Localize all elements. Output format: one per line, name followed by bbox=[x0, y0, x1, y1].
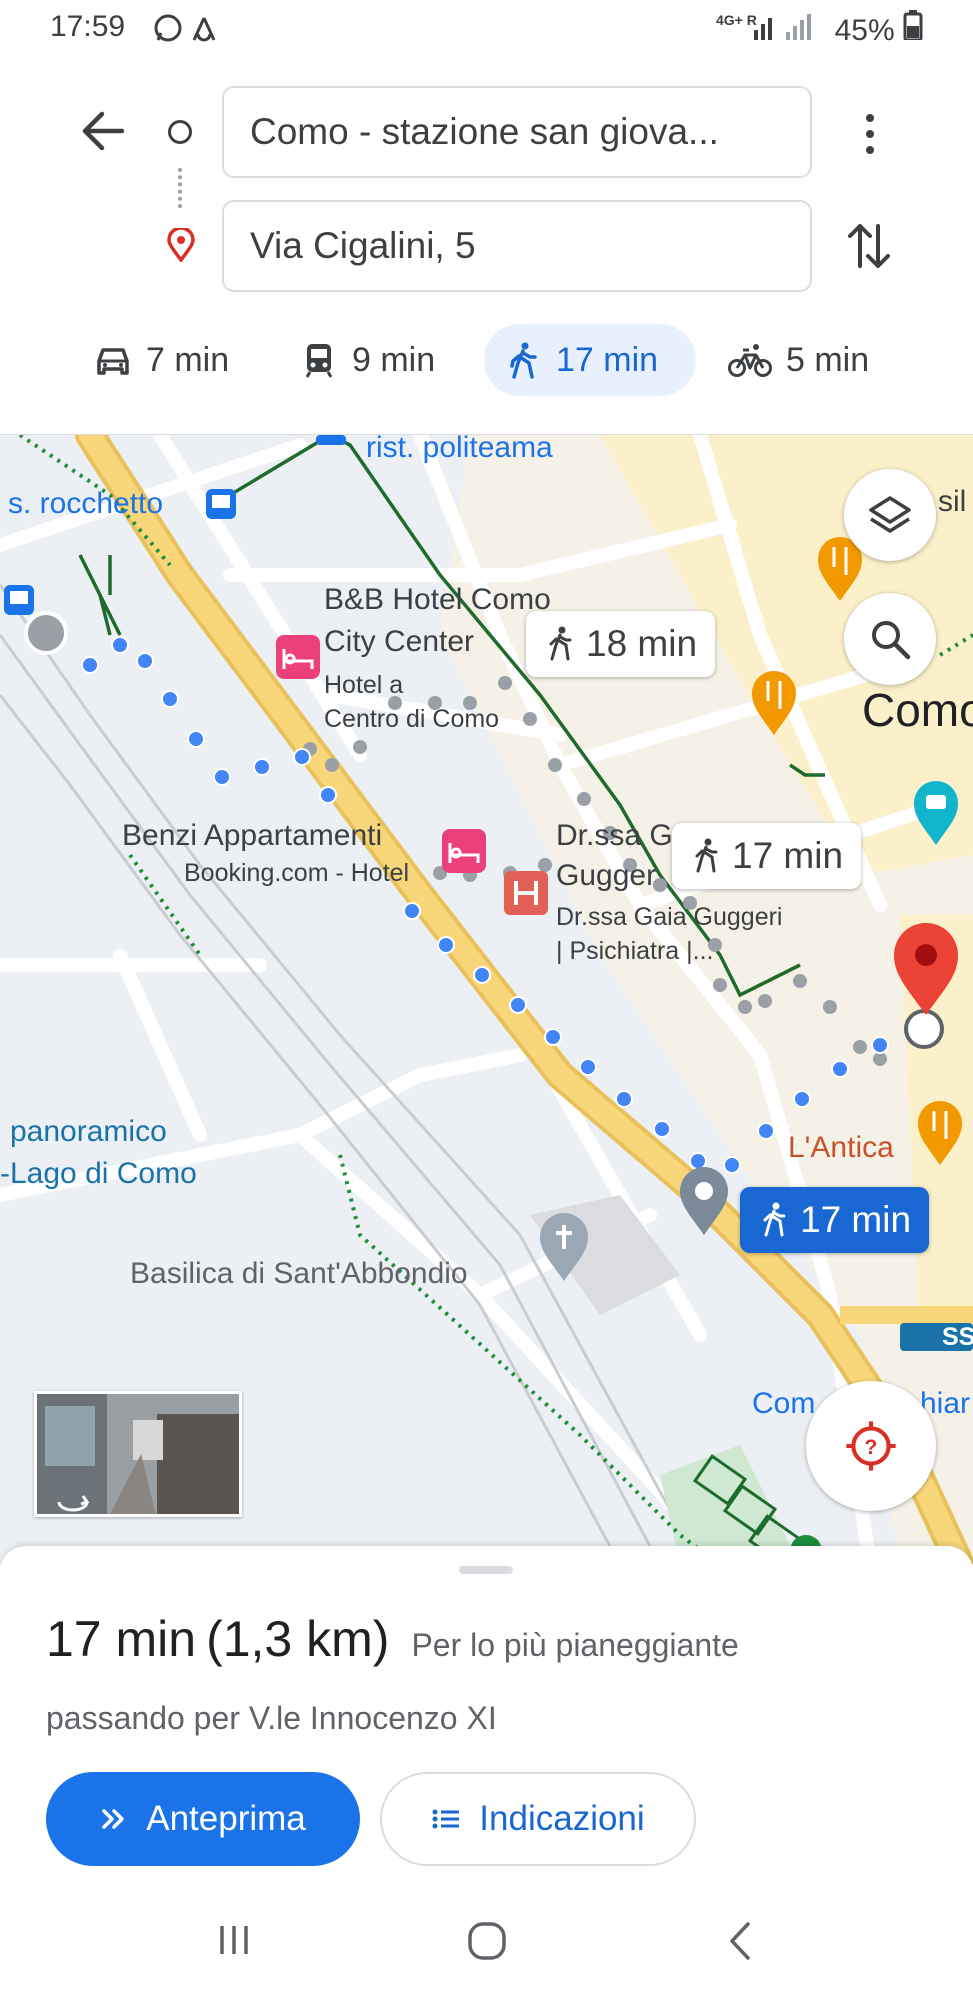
map-label-drssa-line2: Gugger bbox=[556, 859, 657, 892]
bike-icon bbox=[728, 344, 772, 377]
my-location-button[interactable]: ? bbox=[806, 1381, 936, 1511]
system-nav-bar bbox=[0, 1886, 973, 2000]
map-label-panoramico-2: -Lago di Como bbox=[0, 1157, 197, 1190]
list-icon bbox=[432, 1809, 460, 1829]
map-label-bb-sub1: Hotel a bbox=[324, 671, 404, 699]
route-summary: 17 min (1,3 km) Per lo più pianeggiante bbox=[46, 1610, 739, 1668]
search-along-route-button[interactable] bbox=[844, 593, 936, 685]
location-unknown-icon: ? bbox=[846, 1421, 896, 1471]
origin-input[interactable]: Como - stazione san giova... bbox=[222, 86, 812, 178]
route-duration: 17 min bbox=[46, 1611, 197, 1667]
map-label-bb-hotel-line1: B&B Hotel Como bbox=[324, 583, 551, 616]
layers-button[interactable] bbox=[844, 469, 936, 561]
preview-button[interactable]: Anteprima bbox=[46, 1772, 360, 1866]
walk-icon bbox=[763, 1202, 786, 1237]
tab-car-time: 7 min bbox=[146, 341, 230, 379]
walk-icon bbox=[510, 342, 537, 379]
directions-list-button-label: Indicazioni bbox=[479, 1799, 645, 1838]
map-label-panoramico-1: panoramico bbox=[10, 1115, 167, 1148]
map-label-drssa-sub1: Dr.ssa Gaia Guggeri bbox=[556, 903, 783, 931]
route-selected-17min[interactable]: 17 min bbox=[740, 1187, 930, 1253]
tab-transit-time: 9 min bbox=[352, 341, 436, 379]
street-view-image bbox=[37, 1394, 239, 1514]
route-terrain: Per lo più pianeggiante bbox=[411, 1627, 739, 1663]
route-alt-17min-label: 17 min bbox=[732, 835, 844, 876]
home-icon[interactable] bbox=[466, 1920, 508, 1962]
tab-bike[interactable]: 5 min bbox=[708, 324, 889, 396]
tab-walk-time: 17 min bbox=[556, 341, 659, 379]
layers-icon bbox=[869, 496, 911, 533]
battery-icon bbox=[903, 10, 923, 42]
map-label-booking: Booking.com - Hotel bbox=[184, 859, 410, 887]
map-label-bb-hotel-line2: City Center bbox=[324, 625, 475, 658]
train-icon bbox=[305, 344, 333, 378]
route-details-sheet[interactable]: 17 min (1,3 km) Per lo più pianeggiante … bbox=[0, 1546, 973, 1886]
recent-apps-icon[interactable] bbox=[214, 1920, 254, 1960]
battery-percent: 45% bbox=[834, 14, 895, 47]
swap-icon[interactable] bbox=[846, 220, 892, 272]
street-view-thumbnail[interactable] bbox=[34, 1391, 242, 1517]
notification-icons bbox=[152, 12, 232, 51]
map-label-sil: sil bbox=[938, 485, 967, 518]
route-connector bbox=[178, 168, 182, 208]
status-time: 17:59 bbox=[50, 10, 126, 43]
origin-circle-icon bbox=[168, 120, 192, 144]
sheet-drag-handle[interactable] bbox=[459, 1566, 513, 1574]
svg-text:?: ? bbox=[865, 1436, 878, 1459]
whatsapp-icon bbox=[154, 14, 216, 42]
map-label-ss: SS bbox=[942, 1323, 973, 1351]
signal-icon bbox=[754, 14, 811, 40]
route-alt-18min-label: 18 min bbox=[586, 623, 698, 664]
route-alt-18min[interactable]: 18 min bbox=[526, 611, 716, 677]
back-arrow-icon[interactable] bbox=[80, 108, 126, 154]
search-icon bbox=[872, 621, 911, 660]
route-distance: (1,3 km) bbox=[206, 1611, 390, 1667]
map-label-lantica: L'Antica bbox=[788, 1131, 894, 1164]
route-via: passando per V.le Innocenzo XI bbox=[46, 1700, 497, 1736]
map-label-com: Com bbox=[752, 1387, 816, 1420]
double-chevron-icon bbox=[102, 1809, 124, 1829]
map-label-benzi: Benzi Appartamenti bbox=[122, 819, 383, 852]
travel-mode-tabs: 7 min 9 min 17 min 5 min bbox=[0, 320, 973, 400]
map-label-drssa-sub2: | Psichiatra |... bbox=[556, 937, 714, 965]
destination-input[interactable]: Via Cigalini, 5 bbox=[222, 200, 812, 292]
tab-car[interactable]: 7 min bbox=[74, 324, 249, 396]
walk-icon bbox=[549, 626, 572, 661]
network-type: 4G+ R bbox=[716, 12, 757, 28]
battery: 45% bbox=[835, 10, 923, 48]
preview-button-label: Anteprima bbox=[146, 1799, 306, 1838]
route-selected-label: 17 min bbox=[800, 1199, 912, 1240]
tab-transit[interactable]: 9 min bbox=[280, 324, 455, 396]
route-alt-17min[interactable]: 17 min bbox=[672, 823, 862, 889]
car-icon bbox=[97, 348, 129, 375]
map-label-basilica: Basilica di Sant'Abbondio bbox=[130, 1257, 468, 1290]
map-label-como: Como bbox=[862, 684, 973, 736]
map-label-drssa-line1: Dr.ssa G bbox=[556, 819, 673, 852]
map-label-bb-sub2: Centro di Como bbox=[324, 705, 500, 733]
map-label-rocchetto: s. rocchetto bbox=[8, 487, 164, 520]
map-label-politeama: rist. politeama bbox=[366, 434, 553, 464]
map-view[interactable]: rist. politeama s. rocchetto sil B&B Hot… bbox=[0, 434, 973, 1564]
status-bar: 17:59 4G+ R 45% bbox=[0, 0, 973, 60]
walk-icon bbox=[695, 838, 718, 873]
directions-list-button[interactable]: Indicazioni bbox=[380, 1772, 696, 1866]
tab-bike-time: 5 min bbox=[786, 341, 870, 379]
more-options-icon[interactable] bbox=[858, 112, 882, 156]
destination-pin-icon bbox=[167, 228, 195, 262]
tab-walk[interactable]: 17 min bbox=[484, 324, 696, 396]
back-nav-icon[interactable] bbox=[724, 1920, 758, 1962]
